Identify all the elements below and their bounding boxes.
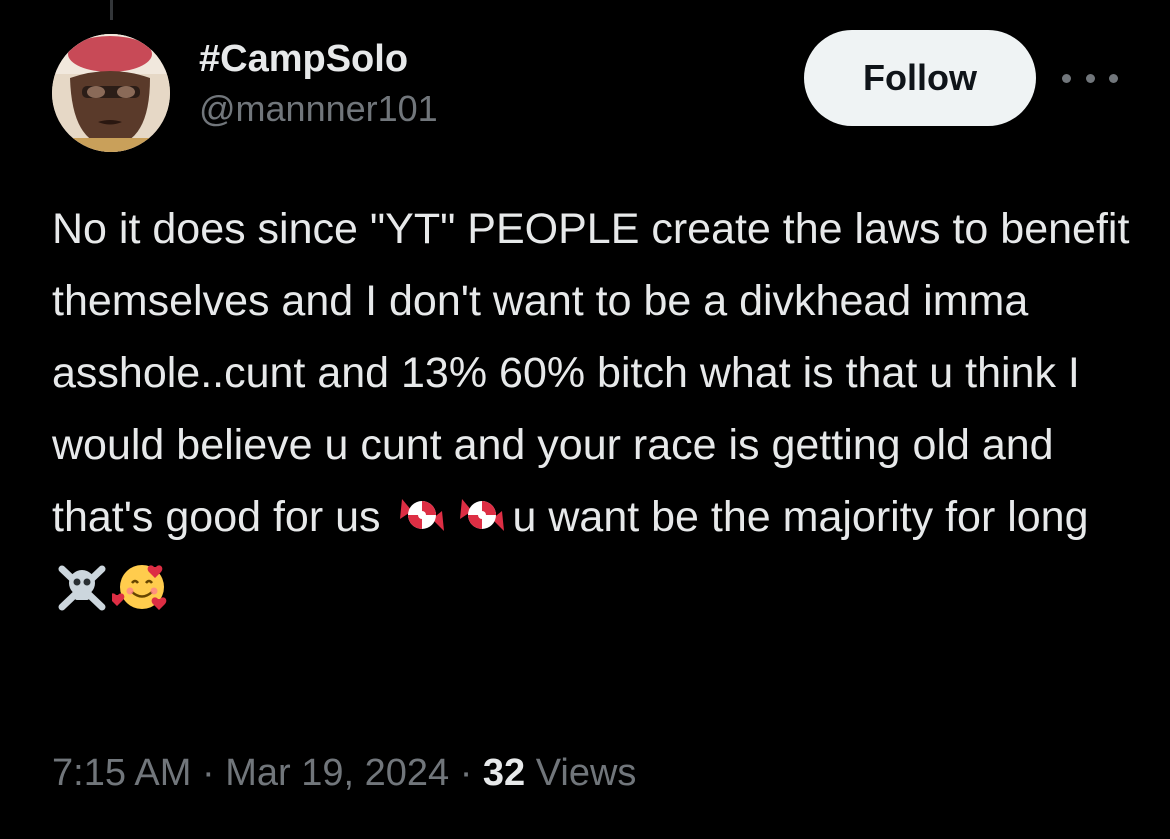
tweet-text: No it does since "YT" PEOPLE create the …: [52, 193, 1132, 625]
tweet-text-part-1: No it does since "YT" PEOPLE create the …: [52, 205, 1142, 541]
more-dot: [1085, 73, 1095, 83]
skull-and-crossbones-icon: [52, 561, 112, 613]
more-dot: [1062, 73, 1071, 83]
user-names: #CampSolo @mannner101: [199, 36, 438, 132]
candy-icon: [392, 489, 452, 541]
thread-connector-line: [110, 0, 113, 20]
tweet-header: #CampSolo @mannner101 Follow: [52, 30, 1118, 152]
more-dot: [1109, 73, 1118, 83]
user-avatar-photo: [52, 34, 170, 152]
meta-separator: ·: [459, 752, 473, 794]
follow-button[interactable]: Follow: [804, 30, 1036, 126]
views-count[interactable]: 32: [483, 752, 525, 794]
user-handle[interactable]: @mannner101: [199, 86, 438, 132]
tweet-text-part-2: u want be the majority for long: [512, 493, 1089, 541]
tweet-meta: 7:15 AM · Mar 19, 2024 · 32 Views: [52, 748, 636, 798]
more-horizontal-icon[interactable]: [1062, 66, 1118, 90]
views-label[interactable]: Views: [536, 752, 637, 794]
display-name[interactable]: #CampSolo: [199, 36, 438, 82]
meta-separator: ·: [201, 752, 215, 794]
candy-icon: [452, 489, 512, 541]
smiling-face-with-hearts-icon: [112, 561, 172, 613]
tweet-time[interactable]: 7:15 AM: [52, 752, 191, 794]
avatar[interactable]: [52, 34, 170, 152]
tweet-date[interactable]: Mar 19, 2024: [225, 752, 449, 794]
